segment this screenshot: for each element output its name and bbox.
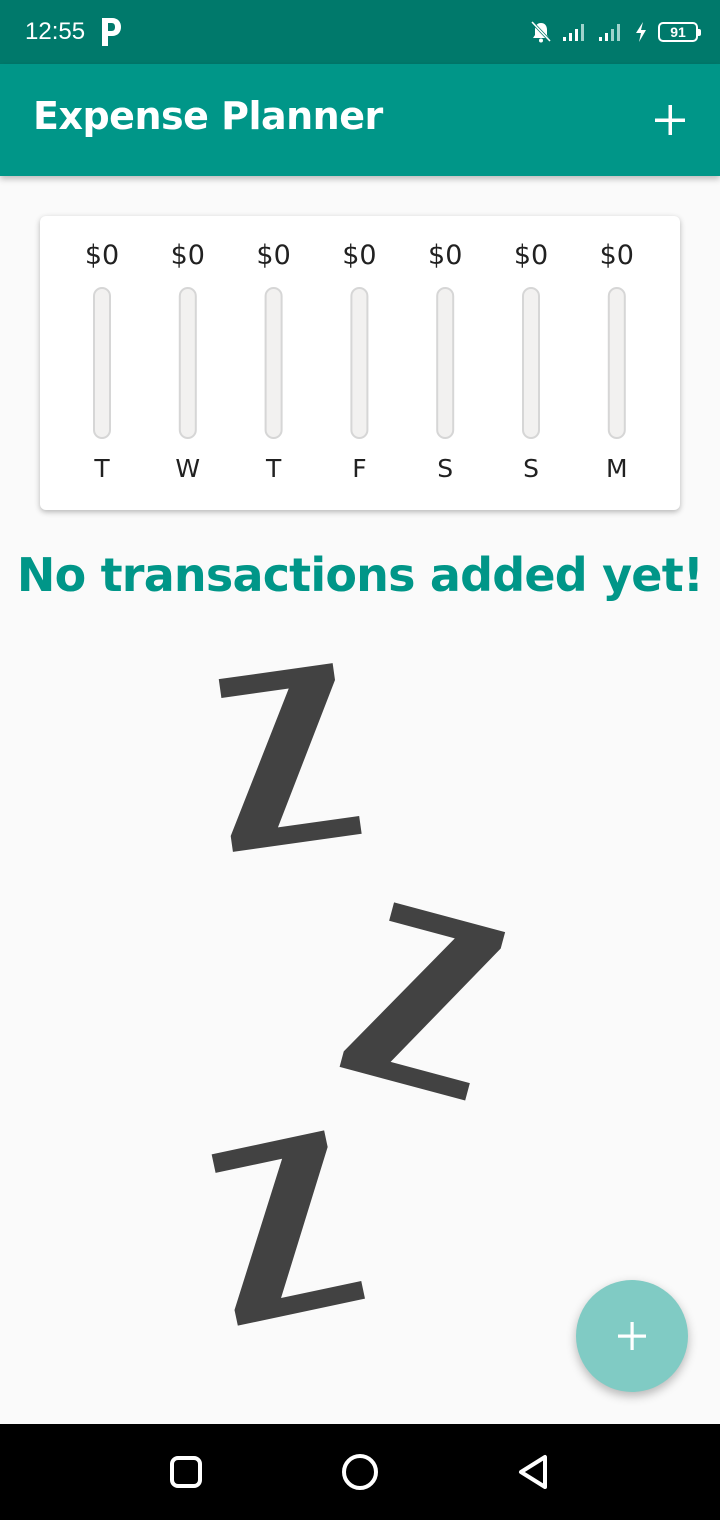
plus-icon: [655, 105, 685, 135]
bar-track: [178, 287, 197, 439]
bell-off-icon: [530, 20, 552, 43]
plus-icon: [618, 1322, 646, 1350]
bar-track: [522, 287, 540, 439]
bar-track: [93, 287, 111, 439]
app-bar: Expense Planner: [0, 64, 720, 176]
day-label: S: [523, 454, 539, 483]
day-label: T: [265, 454, 282, 483]
bar-value-label: $0: [342, 240, 376, 271]
bar-track: [607, 287, 626, 439]
signal-icon: [599, 24, 620, 41]
weekly-chart-card: $0 T $0 W $0 T $0 F $0 S $0 S $0 M: [40, 216, 680, 510]
weekly-bar-chart: $0 T $0 W $0 T $0 F $0 S $0 S $0 M: [85, 240, 634, 483]
bar-value-label: $0: [85, 240, 119, 271]
system-nav-bar: [0, 1424, 720, 1520]
day-label: S: [437, 454, 453, 483]
zzz-sleep-image: [211, 663, 506, 1326]
day-label: F: [352, 454, 366, 483]
z-letter-3: [211, 1130, 365, 1326]
bar-value-label: $0: [600, 240, 634, 271]
z-letter-1: [218, 663, 362, 852]
bar-track: [264, 287, 283, 439]
empty-state-message: No transactions added yet!: [16, 548, 704, 602]
home-circle-icon[interactable]: [336, 1448, 384, 1496]
bar-value-label: $0: [171, 240, 205, 271]
battery-icon: 91: [658, 22, 701, 42]
bar-value-label: $0: [514, 240, 548, 271]
bar-value-label: $0: [428, 240, 462, 271]
bar-track: [436, 287, 455, 439]
add-transaction-button[interactable]: [648, 98, 692, 142]
parking-app-icon: [102, 18, 121, 46]
bar-value-label: $0: [256, 240, 290, 271]
charging-icon: [636, 22, 646, 42]
status-time: 12:55: [25, 18, 86, 45]
day-label: T: [93, 454, 110, 483]
bar-track: [350, 287, 369, 439]
back-triangle-icon[interactable]: [510, 1448, 558, 1496]
day-label: M: [606, 454, 628, 483]
app-title: Expense Planner: [33, 94, 383, 138]
z-letter-2: [339, 902, 506, 1101]
signal-icon: [563, 24, 584, 41]
day-label: W: [175, 454, 200, 483]
recents-square-icon[interactable]: [162, 1448, 210, 1496]
status-icons: 91: [530, 18, 701, 46]
battery-level: 91: [670, 24, 686, 40]
status-bar: 12:55 91: [0, 0, 720, 64]
floating-add-button[interactable]: [576, 1280, 688, 1392]
